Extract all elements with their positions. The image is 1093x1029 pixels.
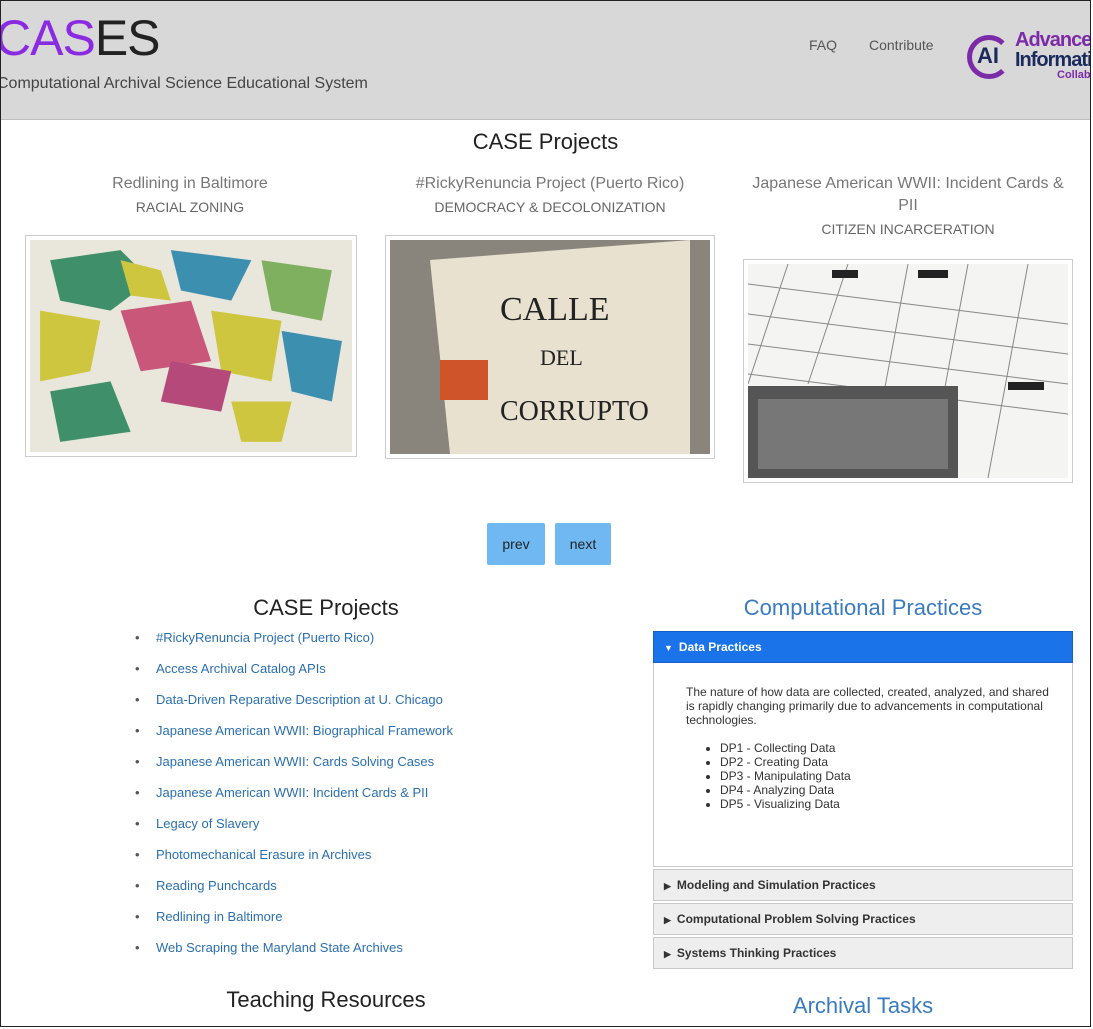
teaching-resources-heading: Teaching Resources [226,987,426,1012]
accordion-label: Data Practices [678,640,762,654]
project-link[interactable]: Legacy of Slavery [134,817,453,848]
accordion-label: Computational Problem Solving Practices [676,912,916,926]
project-link[interactable]: Redlining in Baltimore [134,910,453,941]
map-image-graphic [30,240,352,452]
accordion-modeling-simulation[interactable]: ▶ Modeling and Simulation Practices [653,869,1073,901]
project-link[interactable]: Data-Driven Reparative Description at U.… [134,693,453,724]
svg-text:CORRUPTO: CORRUPTO [500,396,649,427]
site-tagline: Computational Archival Science Education… [0,75,368,92]
project-link[interactable]: Japanese American WWII: Biographical Fra… [134,724,453,755]
card-title[interactable]: Redlining in Baltimore [23,173,357,195]
card-title[interactable]: Japanese American WWII: Incident Cards &… [741,173,1075,217]
camp-map-graphic [748,264,1068,478]
caret-right-icon: ▶ [664,881,671,891]
accordion-panel-data-practices: The nature of how data are collected, cr… [653,663,1073,867]
carousel-card-rickyrenuncia[interactable]: #RickyRenuncia Project (Puerto Rico) DEM… [383,173,717,217]
redlining-map-image[interactable] [25,235,357,457]
svg-text:CALLE: CALLE [500,291,610,328]
data-practice-item: DP2 - Creating Data [720,755,1050,769]
carousel-card-redlining[interactable]: Redlining in Baltimore RACIAL ZONING [23,173,357,217]
caret-down-icon: ▼ [664,643,673,653]
accordion-systems-thinking[interactable]: ▶ Systems Thinking Practices [653,937,1073,969]
nav-faq-link[interactable]: FAQ [809,37,837,53]
accordion-data-practices[interactable]: ▼ Data Practices [653,631,1073,663]
project-link[interactable]: Japanese American WWII: Cards Solving Ca… [134,755,453,786]
logo-part-cas: CAS [0,10,96,66]
nav-contribute-link[interactable]: Contribute [869,37,934,53]
caret-right-icon: ▶ [664,949,671,959]
data-practice-item: DP5 - Visualizing Data [720,797,1050,811]
camp-map-image[interactable] [743,259,1073,483]
accordion-label: Systems Thinking Practices [676,946,837,960]
carousel-card-japanese-american[interactable]: Japanese American WWII: Incident Cards &… [741,173,1075,239]
street-sign-image[interactable]: CALLE DEL CORRUPTO [385,235,715,459]
project-link[interactable]: Access Archival Catalog APIs [134,662,453,693]
card-subtitle: CITIZEN INCARCERATION [821,221,995,237]
projects-list: #RickyRenuncia Project (Puerto Rico) Acc… [134,631,453,972]
street-sign-graphic: CALLE DEL CORRUPTO [390,240,710,454]
partner-logo-mark: AI [977,43,999,68]
archival-tasks-heading: Archival Tasks [792,993,934,1018]
site-header: CASES Computational Archival Science Edu… [1,1,1090,120]
project-link[interactable]: Reading Punchcards [134,879,453,910]
data-practices-description: The nature of how data are collected, cr… [686,685,1049,727]
data-practices-list: DP1 - Collecting Data DP2 - Creating Dat… [686,741,1050,811]
accordion-label: Modeling and Simulation Practices [676,878,876,892]
project-link[interactable]: #RickyRenuncia Project (Puerto Rico) [134,631,453,662]
data-practice-item: DP1 - Collecting Data [720,741,1050,755]
practices-heading: Computational Practices [743,595,983,620]
data-practice-item: DP4 - Analyzing Data [720,783,1050,797]
carousel-title: CASE Projects [472,129,619,154]
logo-part-es: ES [94,10,161,66]
data-practice-item: DP3 - Manipulating Data [720,769,1050,783]
page-frame: CASES Computational Archival Science Edu… [0,0,1091,1027]
card-subtitle: DEMOCRACY & DECOLONIZATION [434,199,666,215]
partner-logo-line3: Collaboratory [1057,69,1091,81]
project-link[interactable]: Web Scraping the Maryland State Archives [134,941,453,972]
projects-heading: CASE Projects [253,595,399,620]
accordion-problem-solving[interactable]: ▶ Computational Problem Solving Practices [653,903,1073,935]
svg-text:DEL: DEL [540,345,583,370]
partner-logo[interactable]: AI Advanced Information Collaboratory [967,29,1091,91]
project-link[interactable]: Photomechanical Erasure in Archives [134,848,453,879]
carousel-next-button[interactable]: next [555,523,611,565]
project-link[interactable]: Japanese American WWII: Incident Cards &… [134,786,453,817]
site-logo[interactable]: CASES [0,10,161,66]
carousel-prev-button[interactable]: prev [487,523,545,565]
card-subtitle: RACIAL ZONING [135,199,245,215]
practices-accordion: ▼ Data Practices The nature of how data a… [653,631,1073,971]
caret-right-icon: ▶ [664,915,671,925]
card-title[interactable]: #RickyRenuncia Project (Puerto Rico) [383,173,717,195]
